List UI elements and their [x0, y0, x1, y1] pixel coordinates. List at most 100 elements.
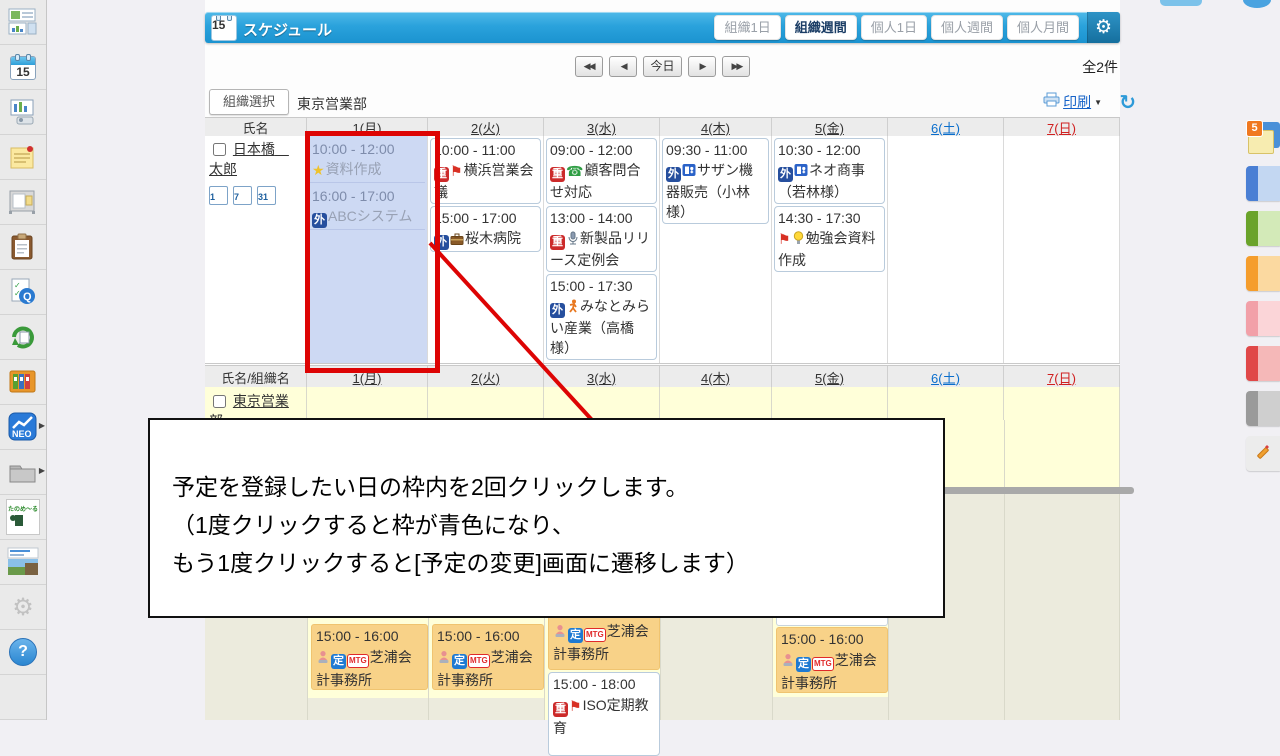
app-header-bar: 15 スケジュール 組織1日 組織週間 個人1日 個人週間 個人月間 ⚙: [205, 12, 1120, 43]
day-header-tue[interactable]: 2(火): [471, 118, 500, 137]
svg-text:Q: Q: [23, 291, 32, 303]
sidebar-item-settings[interactable]: ⚙: [0, 585, 46, 630]
org-day-cell[interactable]: [660, 387, 772, 420]
day-header-sun[interactable]: 7(日): [1047, 118, 1076, 137]
day-cell-mon[interactable]: 10:00 - 12:00★資料作成16:00 - 17:00外ABCシステム: [307, 136, 428, 363]
view-button-personal-day[interactable]: 個人1日: [861, 15, 927, 40]
org-day-cell[interactable]: [1004, 387, 1120, 420]
org-day-cell[interactable]: [307, 387, 428, 420]
next-week-button[interactable]: ▶: [688, 56, 716, 77]
view-button-personal-week[interactable]: 個人週間: [931, 15, 1003, 40]
prev-week-button[interactable]: ◀: [609, 56, 637, 77]
date-navigation: ◀◀ ◀ 今日 ▶ ▶▶: [205, 56, 1120, 77]
badge-important-icon: 重: [550, 235, 565, 250]
schedule-icon: 15: [10, 54, 36, 80]
day-header-sun[interactable]: 7(日): [1047, 368, 1076, 387]
schedule-entry[interactable]: 10:00 - 12:00★資料作成: [309, 138, 425, 183]
badge-out-icon: 外: [434, 235, 449, 250]
name-column-header: 氏名: [205, 118, 307, 137]
day-header-fri[interactable]: 5(金): [815, 368, 844, 387]
day-header-fri[interactable]: 5(金): [815, 118, 844, 137]
org-day-cell[interactable]: [888, 387, 1004, 420]
entry-title-line: 外サザン機器販売（小林様）: [666, 160, 765, 222]
day-cell-fri[interactable]: 10:30 - 12:00外ネオ商事（若林様）14:30 - 17:30⚑勉強会…: [772, 136, 888, 363]
sticky-tab-pink[interactable]: [1246, 301, 1280, 336]
day-header-mon[interactable]: 1(月): [353, 368, 382, 387]
sidebar-item-help[interactable]: ?: [0, 630, 46, 675]
month-view-icon[interactable]: 31: [257, 186, 276, 205]
schedule-entry[interactable]: 14:30 - 17:30⚑勉強会資料作成: [774, 206, 885, 272]
sticky-tab-red[interactable]: [1246, 346, 1280, 381]
briefcase-icon: [450, 230, 464, 250]
schedule-entry[interactable]: 15:00 - 17:30外みなとみらい産業（高橋様）: [546, 274, 657, 360]
schedule-entry[interactable]: 09:30 - 11:00外サザン機器販売（小林様）: [662, 138, 769, 224]
day-cell-sat[interactable]: [888, 136, 1004, 363]
notes-popup-tab[interactable]: 5: [1246, 120, 1280, 158]
schedule-entry[interactable]: 15:00 - 16:00定MTG芝浦会計事務所: [776, 627, 888, 693]
view-button-org-day[interactable]: 組織1日: [714, 15, 780, 40]
day-header-mon[interactable]: 1(月): [353, 118, 382, 137]
day-header-thu[interactable]: 4(木): [701, 368, 730, 387]
view-button-org-week[interactable]: 組織週間: [785, 15, 857, 40]
sidebar-item-recycle[interactable]: [0, 315, 46, 360]
org-day-cell[interactable]: [544, 387, 660, 420]
sticky-tab-gray[interactable]: [1246, 391, 1280, 426]
schedule-entry[interactable]: 10:00 - 11:00重⚑横浜営業会議: [430, 138, 541, 204]
sidebar-item-photo-banner[interactable]: [0, 540, 46, 585]
schedule-entry[interactable]: 10:30 - 12:00外ネオ商事（若林様）: [774, 138, 885, 204]
day-cell-wed[interactable]: 09:00 - 12:00重☎顧客問合せ対応13:00 - 14:00重新製品リ…: [544, 136, 660, 363]
schedule-entry[interactable]: 16:00 - 17:00外ABCシステム: [309, 185, 425, 230]
sidebar-item-memo[interactable]: [0, 135, 46, 180]
day-header-sat[interactable]: 6(土): [931, 118, 960, 137]
schedule-entry[interactable]: 15:00 - 18:00重⚑ISO定期教育: [548, 672, 660, 756]
day-header-wed[interactable]: 3(水): [587, 368, 616, 387]
today-button[interactable]: 今日: [643, 56, 681, 77]
refresh-icon[interactable]: ↻: [1119, 90, 1136, 115]
member-checkbox[interactable]: [213, 143, 226, 156]
stamp-icon: [437, 649, 451, 670]
print-caret-icon[interactable]: ▼: [1094, 98, 1102, 107]
day-cell-tue[interactable]: 10:00 - 11:00重⚑横浜営業会議15:00 - 17:00外桜木病院: [428, 136, 544, 363]
schedule-entry[interactable]: 09:00 - 12:00重☎顧客問合せ対応: [546, 138, 657, 204]
day-view-icon[interactable]: 1: [209, 186, 228, 205]
day-cell-sun[interactable]: [1004, 136, 1120, 363]
org-checkbox[interactable]: [213, 395, 226, 408]
schedule-entry[interactable]: 13:00 - 14:00重新製品リリース定例会: [546, 206, 657, 272]
view-button-personal-month[interactable]: 個人月間: [1007, 15, 1079, 40]
sidebar-item-bulletin-board[interactable]: [0, 180, 46, 225]
sidebar-item-clipboard[interactable]: [0, 225, 46, 270]
sidebar-item-schedule[interactable]: 15: [0, 45, 46, 90]
schedule-entry[interactable]: 15:00 - 16:00定MTG芝浦会計事務所: [432, 624, 544, 690]
schedule-entry[interactable]: 15:00 - 16:00定MTG芝浦会計事務所: [311, 624, 428, 690]
sidebar-item-binders[interactable]: [0, 360, 46, 405]
entry-time: 15:00 - 16:00: [437, 626, 539, 647]
schedule-entry[interactable]: 15:00 - 17:00外桜木病院: [430, 206, 541, 252]
settings-button[interactable]: ⚙: [1087, 12, 1120, 43]
sticky-tab-green[interactable]: [1246, 211, 1280, 246]
day-header-sat[interactable]: 6(土): [931, 368, 960, 387]
sidebar-item-tanomail[interactable]: たのめ〜る: [0, 495, 46, 540]
day-header-thu[interactable]: 4(木): [701, 118, 730, 137]
day-cell-thu[interactable]: 09:30 - 11:00外サザン機器販売（小林様）: [660, 136, 772, 363]
sticky-tab-blue[interactable]: [1246, 166, 1280, 201]
entry-time: 15:00 - 17:00: [434, 208, 537, 228]
entry-title-line: 外みなとみらい産業（高橋様）: [550, 296, 653, 358]
sidebar-item-portal[interactable]: [0, 0, 46, 45]
org-day-cell[interactable]: [428, 387, 544, 420]
first-week-button[interactable]: ◀◀: [575, 56, 603, 77]
week-view-icon[interactable]: 7: [233, 186, 252, 205]
last-week-button[interactable]: ▶▶: [722, 56, 750, 77]
day-header-tue[interactable]: 2(火): [471, 368, 500, 387]
print-link[interactable]: 印刷: [1063, 92, 1091, 112]
org-select-button[interactable]: 組織選択: [209, 89, 289, 115]
entry-title-line: 定MTG芝浦会計事務所: [553, 621, 655, 665]
sidebar-item-folder[interactable]: ▶: [0, 450, 46, 495]
sidebar-item-presentation[interactable]: [0, 90, 46, 135]
sidebar-item-approval-search[interactable]: ✓✓ Q: [0, 270, 46, 315]
org-day-cell[interactable]: [772, 387, 888, 420]
new-note-tab[interactable]: [1246, 436, 1280, 471]
sidebar-item-neo[interactable]: NEO ▶: [0, 405, 46, 450]
badge-regular-icon: 定: [796, 657, 811, 672]
sticky-tab-orange[interactable]: [1246, 256, 1280, 291]
day-header-wed[interactable]: 3(水): [587, 118, 616, 137]
